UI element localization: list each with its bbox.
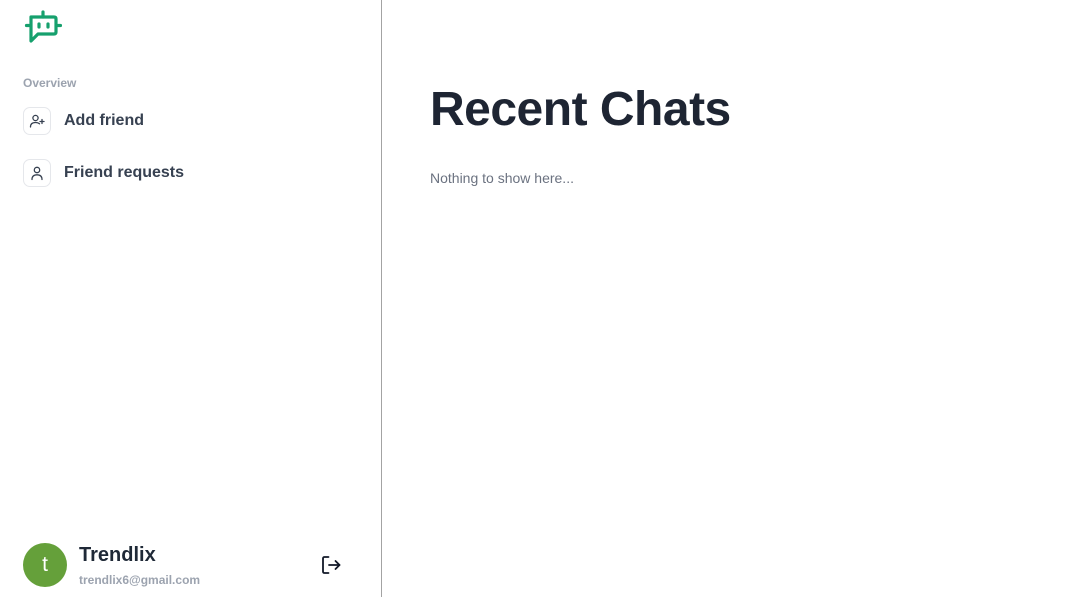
sidebar-item-label: Friend requests (64, 164, 185, 181)
sidebar-item-add-friend[interactable]: Add friend (23, 107, 144, 135)
sign-out-icon (320, 554, 342, 576)
page-title: Recent Chats (430, 83, 731, 136)
main-content: Recent Chats Nothing to show here... (382, 0, 1090, 597)
user-profile: t Trendlix trendlix6@gmail.com (23, 543, 353, 589)
avatar[interactable]: t (23, 543, 67, 587)
chat-bot-logo-icon (24, 8, 62, 46)
sidebar-item-friend-requests[interactable]: Friend requests (23, 159, 184, 187)
profile-email: trendlix6@gmail.com (79, 573, 201, 587)
app-logo-link[interactable] (24, 8, 62, 46)
profile-name: Trendlix (79, 544, 156, 566)
sign-out-button[interactable] (317, 553, 345, 577)
sidebar-item-label: Add friend (64, 112, 144, 129)
empty-state-message: Nothing to show here... (430, 170, 574, 186)
user-plus-icon (23, 107, 51, 135)
app-shell: Overview Add friend Friend requests t Tr… (0, 0, 1090, 597)
section-label-overview: Overview (23, 76, 77, 90)
sidebar: Overview Add friend Friend requests t Tr… (0, 0, 382, 597)
user-icon (23, 159, 51, 187)
